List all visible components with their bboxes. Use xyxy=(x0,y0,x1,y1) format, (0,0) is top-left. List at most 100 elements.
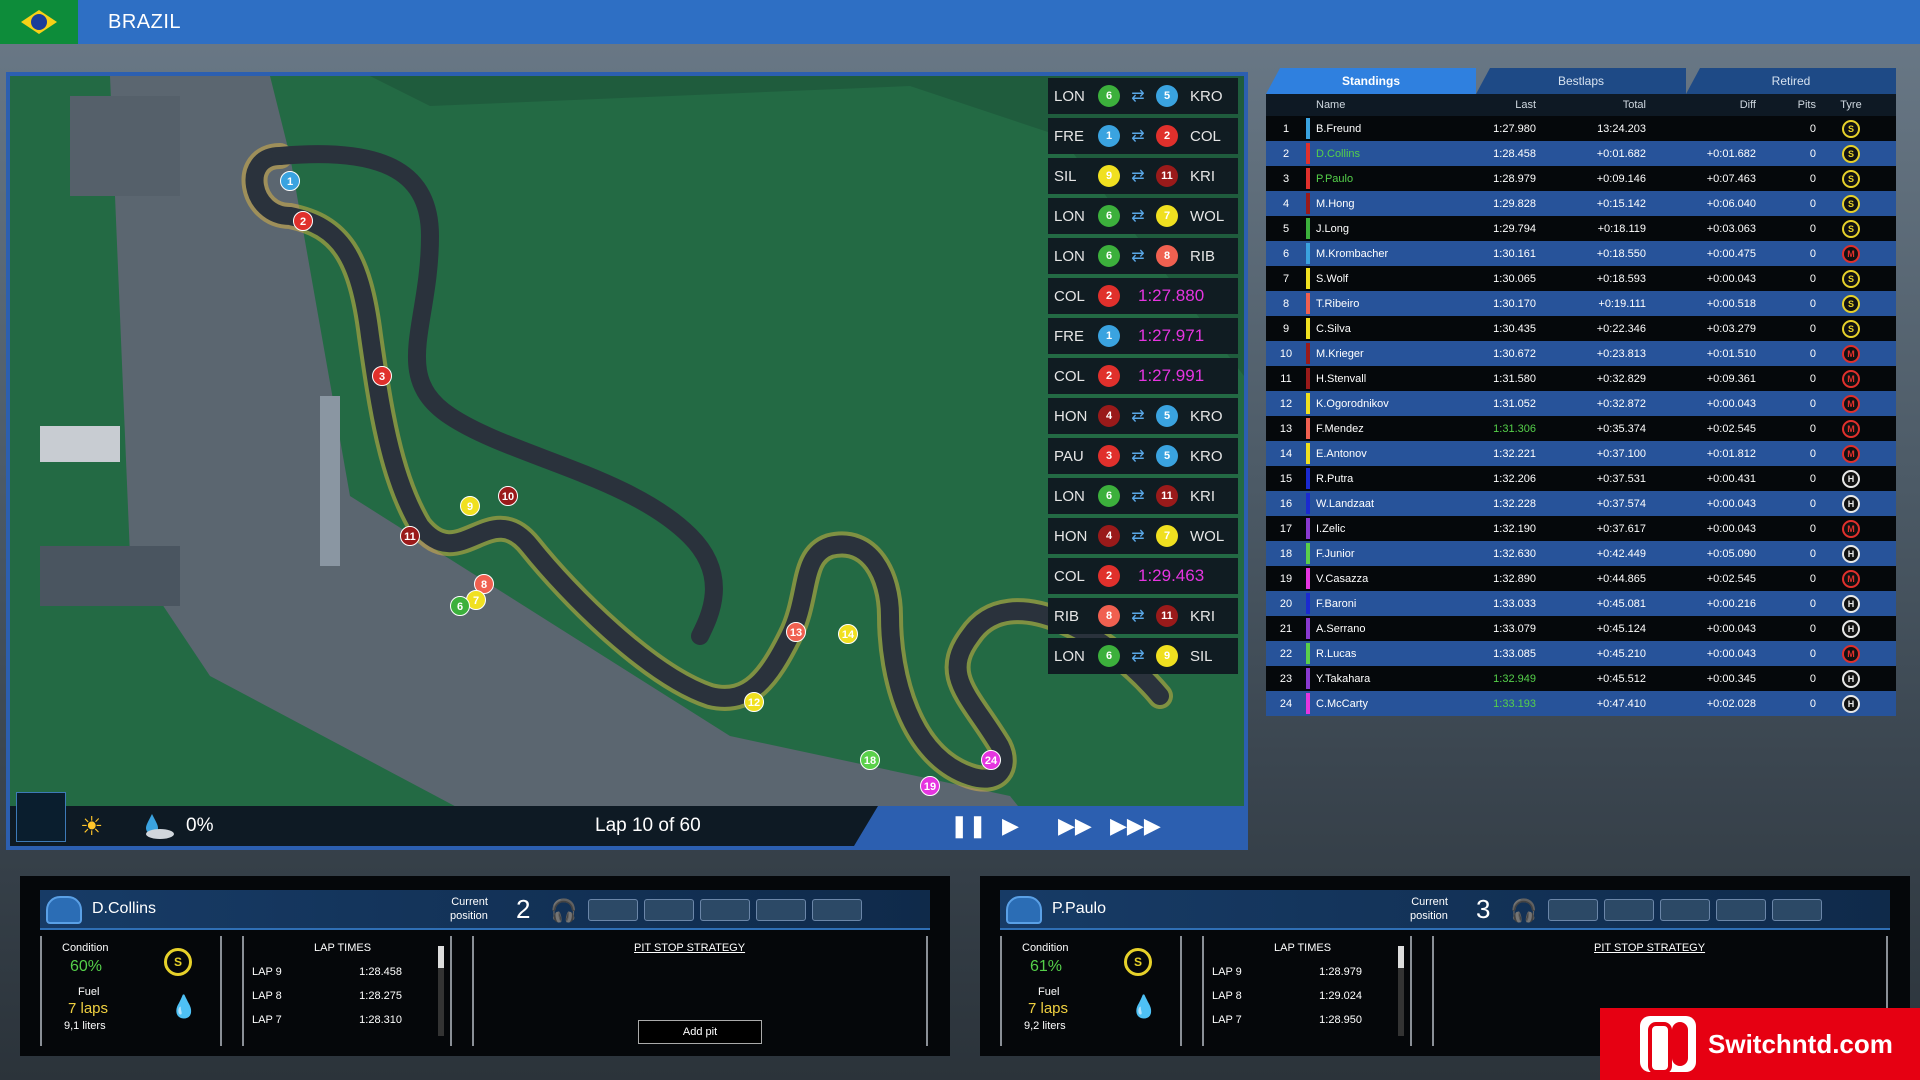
car-marker[interactable]: 9 xyxy=(460,496,480,516)
tab-bestlaps[interactable]: Bestlaps xyxy=(1476,68,1686,94)
lap-times-box: LAP TIMES LAP 9 1:28.458 LAP 8 1:28.275 LA… xyxy=(242,936,452,1046)
tyre-mode-icon[interactable] xyxy=(756,899,806,921)
driver-code: KRO xyxy=(1190,447,1223,465)
headset-icon[interactable]: 🎧 xyxy=(550,898,577,924)
last-lap: 1:28.979 xyxy=(1493,172,1536,185)
battle-row[interactable]: COL 2 1:29.463 xyxy=(1048,558,1238,594)
table-row[interactable]: 7 S.Wolf 1:30.065 +0:18.593 +0:00.043 0 S xyxy=(1266,266,1896,291)
watermark-banner: Switchntd.com xyxy=(1600,1008,1920,1080)
table-row[interactable]: 14 E.Antonov 1:32.221 +0:37.100 +0:01.812 0 M xyxy=(1266,441,1896,466)
table-row[interactable]: 2 D.Collins 1:28.458 +0:01.682 +0:01.682 0 S xyxy=(1266,141,1896,166)
battle-row[interactable]: RIB 8 ⇄ 11 KRI xyxy=(1048,598,1238,634)
car-marker[interactable]: 10 xyxy=(498,486,518,506)
car-marker[interactable]: 12 xyxy=(744,692,764,712)
car-marker[interactable]: 6 xyxy=(450,596,470,616)
table-row[interactable]: 13 F.Mendez 1:31.306 +0:35.374 +0:02.545 0 M xyxy=(1266,416,1896,441)
pit-count: 0 xyxy=(1809,547,1816,560)
table-row[interactable]: 6 M.Krombacher 1:30.161 +0:18.550 +0:00.475 0… xyxy=(1266,241,1896,266)
car-marker[interactable]: 2 xyxy=(293,211,313,231)
car-number: 5 xyxy=(1156,85,1178,107)
fuel-mode-icon[interactable] xyxy=(700,899,750,921)
table-row[interactable]: 9 C.Silva 1:30.435 +0:22.346 +0:03.279 0 S xyxy=(1266,316,1896,341)
table-row[interactable]: 1 B.Freund 1:27.980 13:24.203 0 S xyxy=(1266,116,1896,141)
pause-button[interactable]: ❚❚ xyxy=(950,813,987,839)
car-marker[interactable]: 11 xyxy=(400,526,420,546)
table-row[interactable]: 17 I.Zelic 1:32.190 +0:37.617 +0:00.043 0 M xyxy=(1266,516,1896,541)
car-number: 9 xyxy=(1098,165,1120,187)
battle-row[interactable]: PAU 3 ⇄ 5 KRO xyxy=(1048,438,1238,474)
battle-row[interactable]: LON 6 ⇄ 7 WOL xyxy=(1048,198,1238,234)
fuel-mode-icon[interactable] xyxy=(1660,899,1710,921)
table-row[interactable]: 15 R.Putra 1:32.206 +0:37.531 +0:00.431 0 H xyxy=(1266,466,1896,491)
table-row[interactable]: 18 F.Junior 1:32.630 +0:42.449 +0:05.090 0 H xyxy=(1266,541,1896,566)
car-marker[interactable]: 13 xyxy=(786,622,806,642)
battle-row[interactable]: COL 2 1:27.991 xyxy=(1048,358,1238,394)
table-row[interactable]: 8 T.Ribeiro 1:30.170 +0:19.111 +0:00.518 0 S xyxy=(1266,291,1896,316)
table-row[interactable]: 4 M.Hong 1:29.828 +0:15.142 +0:06.040 0 S xyxy=(1266,191,1896,216)
battle-row[interactable]: SIL 9 ⇄ 11 KRI xyxy=(1048,158,1238,194)
car-marker[interactable]: 18 xyxy=(860,750,880,770)
car-mode-icon[interactable] xyxy=(1604,899,1654,921)
battle-row[interactable]: HON 4 ⇄ 7 WOL xyxy=(1048,518,1238,554)
position: 5 xyxy=(1282,222,1290,235)
table-row[interactable]: 22 R.Lucas 1:33.085 +0:45.210 +0:00.043 0 M xyxy=(1266,641,1896,666)
driver-code: RIB xyxy=(1054,607,1080,625)
car-number: 11 xyxy=(1156,165,1178,187)
table-row[interactable]: 23 Y.Takahara 1:32.949 +0:45.512 +0:00.345 0 H xyxy=(1266,666,1896,691)
battle-row[interactable]: FRE 1 1:27.971 xyxy=(1048,318,1238,354)
driver-code: PAU xyxy=(1054,447,1084,465)
tyre-icon: M xyxy=(1842,244,1860,263)
battle-row[interactable]: LON 6 ⇄ 9 SIL xyxy=(1048,638,1238,674)
soft-tyre-icon: S xyxy=(1124,948,1152,976)
car-number: 8 xyxy=(1098,605,1120,627)
table-row[interactable]: 10 M.Krieger 1:30.672 +0:23.813 +0:01.510 0 M xyxy=(1266,341,1896,366)
table-row[interactable]: 5 J.Long 1:29.794 +0:18.119 +0:03.063 0 S xyxy=(1266,216,1896,241)
table-row[interactable]: 11 H.Stenvall 1:31.580 +0:32.829 +0:09.361 0 M xyxy=(1266,366,1896,391)
fastest-forward-button[interactable]: ▶▶▶ xyxy=(1110,813,1161,839)
lap-times-title: LAP TIMES xyxy=(314,942,372,954)
overtake-mode-icon[interactable] xyxy=(1772,899,1822,921)
table-row[interactable]: 3 P.Paulo 1:28.979 +0:09.146 +0:07.463 0 S xyxy=(1266,166,1896,191)
battle-row[interactable]: LON 6 ⇄ 11 KRI xyxy=(1048,478,1238,514)
battle-row[interactable]: LON 6 ⇄ 5 KRO xyxy=(1048,78,1238,114)
tyre-mode-icon[interactable] xyxy=(1716,899,1766,921)
battle-row[interactable]: COL 2 1:27.880 xyxy=(1048,278,1238,314)
overtake-mode-icon[interactable] xyxy=(812,899,862,921)
table-row[interactable]: 24 C.McCarty 1:33.193 +0:47.410 +0:02.028 0 H xyxy=(1266,691,1896,716)
radar-icon[interactable] xyxy=(16,792,66,842)
table-row[interactable]: 21 A.Serrano 1:33.079 +0:45.124 +0:00.043 0 H xyxy=(1266,616,1896,641)
car-marker[interactable]: 3 xyxy=(372,366,392,386)
country-title: BRAZIL xyxy=(108,10,182,33)
lap-times-scrollbar[interactable] xyxy=(438,946,444,1036)
car-marker[interactable]: 14 xyxy=(838,624,858,644)
headset-icon[interactable]: 🎧 xyxy=(1510,898,1537,924)
battle-row[interactable]: LON 6 ⇄ 8 RIB xyxy=(1048,238,1238,274)
table-row[interactable]: 12 K.Ogorodnikov 1:31.052 +0:32.872 +0:00.04… xyxy=(1266,391,1896,416)
team-color-bar xyxy=(1306,468,1310,489)
car-mode-icon[interactable] xyxy=(1548,899,1598,921)
play-button[interactable]: ▶ xyxy=(1002,813,1019,839)
car-mode-icon[interactable] xyxy=(644,899,694,921)
table-row[interactable]: 16 W.Landzaat 1:32.228 +0:37.574 +0:00.043 0 H xyxy=(1266,491,1896,516)
driver-code: LON xyxy=(1054,247,1085,265)
total-time: +0:19.111 xyxy=(1598,297,1646,310)
lap-times-scrollbar[interactable] xyxy=(1398,946,1404,1036)
tab-retired[interactable]: Retired xyxy=(1686,68,1896,94)
table-row[interactable]: 19 V.Casazza 1:32.890 +0:44.865 +0:02.545 0 M xyxy=(1266,566,1896,591)
table-row[interactable]: 20 F.Baroni 1:33.033 +0:45.081 +0:00.216 0 H xyxy=(1266,591,1896,616)
battle-row[interactable]: HON 4 ⇄ 5 KRO xyxy=(1048,398,1238,434)
position: 6 xyxy=(1282,247,1290,260)
add-pit-button[interactable]: Add pit xyxy=(638,1020,762,1044)
fast-forward-button[interactable]: ▶▶ xyxy=(1058,813,1092,839)
diff-time: +0:00.475 xyxy=(1706,247,1756,260)
pit-strategy-box: PIT STOP STRATEGY Add pit xyxy=(472,936,928,1046)
team-color-bar xyxy=(1306,393,1310,414)
driver-code: FRE xyxy=(1054,327,1084,345)
car-marker[interactable]: 1 xyxy=(280,171,300,191)
car-marker[interactable]: 24 xyxy=(981,750,1001,770)
controls-bar xyxy=(854,806,1244,846)
car-marker[interactable]: 19 xyxy=(920,776,940,796)
car-mode-icon[interactable] xyxy=(588,899,638,921)
tab-standings[interactable]: Standings xyxy=(1266,68,1476,94)
battle-row[interactable]: FRE 1 ⇄ 2 COL xyxy=(1048,118,1238,154)
